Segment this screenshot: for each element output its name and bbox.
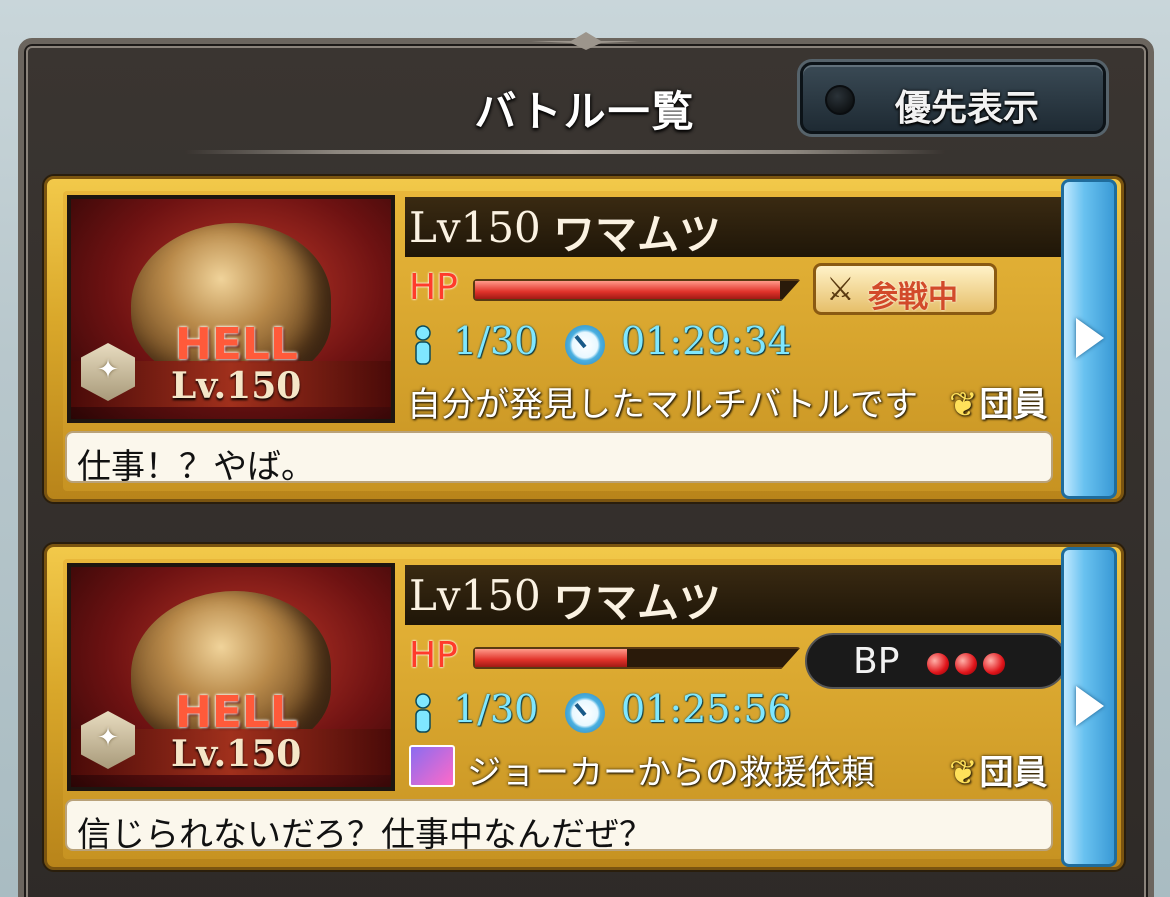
- thumb-level: Lv.150: [171, 365, 302, 407]
- hp-bar-fill: [475, 649, 628, 667]
- toggle-indicator: [825, 85, 855, 115]
- priority-display-toggle[interactable]: 優先表示: [800, 62, 1106, 134]
- battle-card[interactable]: HELL Lv.150 ✦ Lv150 ワマムツ HP ⚔ 参戦中 1/30 0…: [44, 176, 1124, 502]
- difficulty-label: HELL: [175, 319, 298, 370]
- comment-text: 仕事！？やば。: [77, 447, 315, 487]
- boss-thumbnail: HELL Lv.150 ✦: [67, 563, 395, 791]
- bp-dot: [927, 653, 949, 675]
- hp-bar-fill: [475, 281, 780, 299]
- battle-description: ジョーカーからの救援依頼: [467, 753, 875, 793]
- clock-icon: [565, 325, 605, 365]
- person-icon: [415, 693, 431, 733]
- player-count: 1/30: [453, 687, 539, 731]
- priority-display-label: 優先表示: [895, 88, 1040, 129]
- boss-name-bar: Lv150 ワマムツ: [405, 565, 1061, 627]
- time-remaining: 01:25:56: [621, 687, 792, 731]
- bp-label: BP: [853, 641, 900, 682]
- member-tag: ❦団員: [949, 745, 1048, 794]
- guild-crest-icon: ❦: [949, 753, 978, 793]
- comment-box: 信じられないだろ？仕事中なんだぜ？: [65, 799, 1053, 855]
- bp-indicator: BP: [805, 633, 1067, 689]
- arrow-right-icon: [1076, 318, 1104, 358]
- person-icon: [415, 325, 431, 365]
- difficulty-label: HELL: [175, 687, 298, 738]
- time-remaining: 01:29:34: [621, 319, 792, 363]
- boss-level: Lv150: [409, 203, 541, 252]
- boss-name: ワマムツ: [553, 578, 722, 627]
- member-tag: ❦団員: [949, 377, 1048, 426]
- status-badge: ⚔ 参戦中: [813, 263, 997, 315]
- bp-dot: [983, 653, 1005, 675]
- hp-label: HP: [409, 267, 458, 308]
- status-badge-label: 参戦中: [868, 280, 958, 315]
- ornament-top-icon: [531, 32, 641, 50]
- arrow-right-icon: [1076, 686, 1104, 726]
- comment-text: 信じられないだろ？仕事中なんだぜ？: [77, 815, 653, 855]
- hp-bar: [473, 279, 801, 301]
- member-tag-label: 団員: [979, 753, 1048, 793]
- crossed-swords-icon: ⚔: [826, 270, 855, 308]
- hp-bar: [473, 647, 801, 669]
- boss-name-bar: Lv150 ワマムツ: [405, 197, 1061, 259]
- player-count: 1/30: [453, 319, 539, 363]
- boss-level: Lv150: [409, 571, 541, 620]
- title-divider: [185, 150, 945, 154]
- requester-avatar-icon: [409, 745, 455, 787]
- bp-dot: [955, 653, 977, 675]
- join-arrow-button[interactable]: [1061, 547, 1117, 867]
- battle-description: 自分が発見したマルチバトルです: [407, 385, 919, 425]
- boss-name: ワマムツ: [553, 210, 722, 259]
- thumb-level: Lv.150: [171, 733, 302, 775]
- member-tag-label: 団員: [979, 385, 1048, 425]
- hp-label: HP: [409, 635, 458, 676]
- guild-crest-icon: ❦: [949, 385, 978, 425]
- join-arrow-button[interactable]: [1061, 179, 1117, 499]
- comment-box: 仕事！？やば。: [65, 431, 1053, 487]
- battle-card[interactable]: HELL Lv.150 ✦ Lv150 ワマムツ HP BP 1/30 01:2…: [44, 544, 1124, 870]
- clock-icon: [565, 693, 605, 733]
- boss-thumbnail: HELL Lv.150 ✦: [67, 195, 395, 423]
